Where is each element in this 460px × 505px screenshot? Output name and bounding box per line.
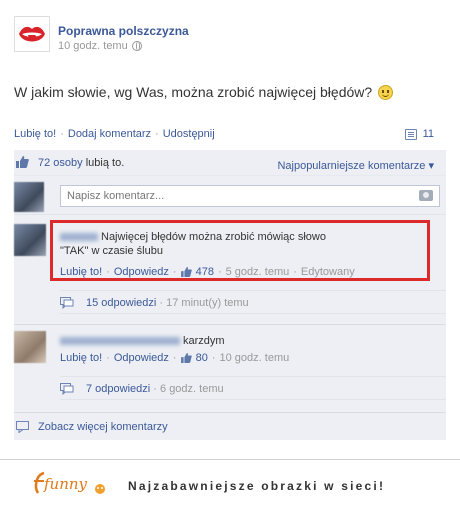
thumbs-up-icon (180, 353, 192, 363)
replies-summary: 7 odpowiedzi · 6 godz. temu (86, 383, 224, 395)
replies-count-link[interactable]: 15 odpowiedzi (86, 297, 156, 309)
separator: · (159, 297, 164, 309)
comment-edited[interactable]: Edytowany (301, 266, 355, 278)
replies-summary: 15 odpowiedzi · 17 minut(y) temu (86, 297, 249, 309)
separator: · (211, 352, 216, 364)
smiley-icon (378, 84, 394, 100)
comments-count[interactable]: 11 (404, 128, 434, 140)
comment-input-placeholder: Napisz komentarz... (67, 190, 165, 202)
reply-icon (60, 297, 74, 309)
likes-count-link[interactable]: 72 osoby (38, 157, 83, 169)
comment-text: karzdym (60, 334, 225, 348)
avatar (14, 182, 44, 212)
comment-item: Najwięcej błędów można zrobić mówiąc sło… (14, 216, 446, 290)
replies-row[interactable]: 7 odpowiedzi · 6 godz. temu (60, 376, 446, 400)
like-link[interactable]: Lubię to! (14, 128, 56, 140)
likes-suffix: lubią to. (85, 157, 125, 169)
likes-row: 72 osoby lubią to. Najpopularniejsze kom… (14, 150, 446, 176)
comment-meta: Lubię to! · Odpowiedz · 478 · 5 godz. te… (60, 266, 355, 278)
sort-comments-dropdown[interactable]: Najpopularniejsze komentarze ▾ (277, 159, 434, 172)
replies-time: 17 minut(y) temu (166, 297, 249, 309)
watermark-footer: funny Najzabawniejsze obrazki w sieci! (0, 455, 460, 505)
lips-logo-icon (15, 17, 49, 51)
separator: · (155, 128, 159, 140)
comment-count-icon (404, 128, 417, 140)
comment-text: Najwięcej błędów można zrobić mówiąc sło… (60, 230, 326, 258)
post-text: W jakim słowie, wg Was, można zrobić naj… (14, 84, 394, 100)
separator: · (172, 266, 177, 278)
separator: · (153, 383, 157, 395)
separator: · (293, 266, 297, 278)
comment-reply-link[interactable]: Odpowiedz (114, 352, 169, 364)
reply-icon (60, 383, 74, 395)
separator: · (217, 266, 222, 278)
commenter-name[interactable] (60, 337, 180, 346)
post-time[interactable]: 10 godz. temu (58, 40, 128, 52)
comment-like-link[interactable]: Lubię to! (60, 352, 102, 364)
comment-likes-count[interactable]: 478 (196, 266, 214, 278)
more-comments-row[interactable]: Zobacz więcej komentarzy (14, 412, 446, 440)
divider (0, 459, 460, 460)
comment-time[interactable]: 5 godz. temu (226, 266, 290, 278)
separator: · (60, 128, 64, 140)
likes-summary: 72 osoby lubią to. (38, 157, 124, 169)
replies-row[interactable]: 15 odpowiedzi · 17 minut(y) temu (60, 290, 446, 314)
comment-time[interactable]: 10 godz. temu (220, 352, 290, 364)
comments-section: 72 osoby lubią to. Najpopularniejsze kom… (14, 150, 446, 440)
facebook-post: Poprawna polszczyzna 10 godz. temu W jak… (0, 0, 460, 455)
funny-logo-icon: funny (34, 471, 105, 494)
commenter-name[interactable] (60, 233, 98, 242)
page-name-link[interactable]: Poprawna polszczyzna (58, 24, 189, 38)
separator: · (106, 352, 110, 364)
logo-text: funny (43, 475, 88, 493)
globe-icon (131, 41, 142, 51)
comment-likes-count[interactable]: 80 (196, 352, 208, 364)
share-link[interactable]: Udostępnij (163, 128, 215, 140)
separator: · (106, 266, 110, 278)
comment-item: karzdym Lubię to! · Odpowiedz · 80 · 10 … (14, 324, 446, 374)
comment-icon (16, 421, 29, 433)
thumbs-up-icon (180, 267, 192, 277)
page-avatar[interactable] (14, 16, 50, 52)
avatar[interactable] (14, 331, 46, 363)
separator: · (172, 352, 177, 364)
comment-text-content: karzdym (183, 335, 225, 347)
more-comments-link[interactable]: Zobacz więcej komentarzy (38, 421, 168, 433)
comment-like-link[interactable]: Lubię to! (60, 266, 102, 278)
replies-count-link[interactable]: 7 odpowiedzi (86, 383, 150, 395)
comment-input[interactable]: Napisz komentarz... (60, 185, 440, 207)
tagline: Najzabawniejsze obrazki w sieci! (128, 479, 386, 493)
post-text-content: W jakim słowie, wg Was, można zrobić naj… (14, 84, 373, 100)
camera-icon[interactable] (419, 190, 433, 201)
comment-text-line1: Najwięcej błędów można zrobić mówiąc sło… (101, 231, 326, 243)
avatar[interactable] (14, 224, 46, 256)
comments-count-value: 11 (422, 128, 434, 140)
thumbs-up-icon (16, 156, 29, 168)
comment-text-line2: "TAK" w czasie ślubu (60, 245, 163, 257)
comment-reply-link[interactable]: Odpowiedz (114, 266, 169, 278)
replies-time: 6 godz. temu (160, 383, 224, 395)
add-comment-link[interactable]: Dodaj komentarz (68, 128, 151, 140)
post-actions: Lubię to! · Dodaj komentarz · Udostępnij (14, 128, 215, 140)
comment-meta: Lubię to! · Odpowiedz · 80 · 10 godz. te… (60, 352, 289, 364)
post-meta: 10 godz. temu (58, 40, 142, 52)
